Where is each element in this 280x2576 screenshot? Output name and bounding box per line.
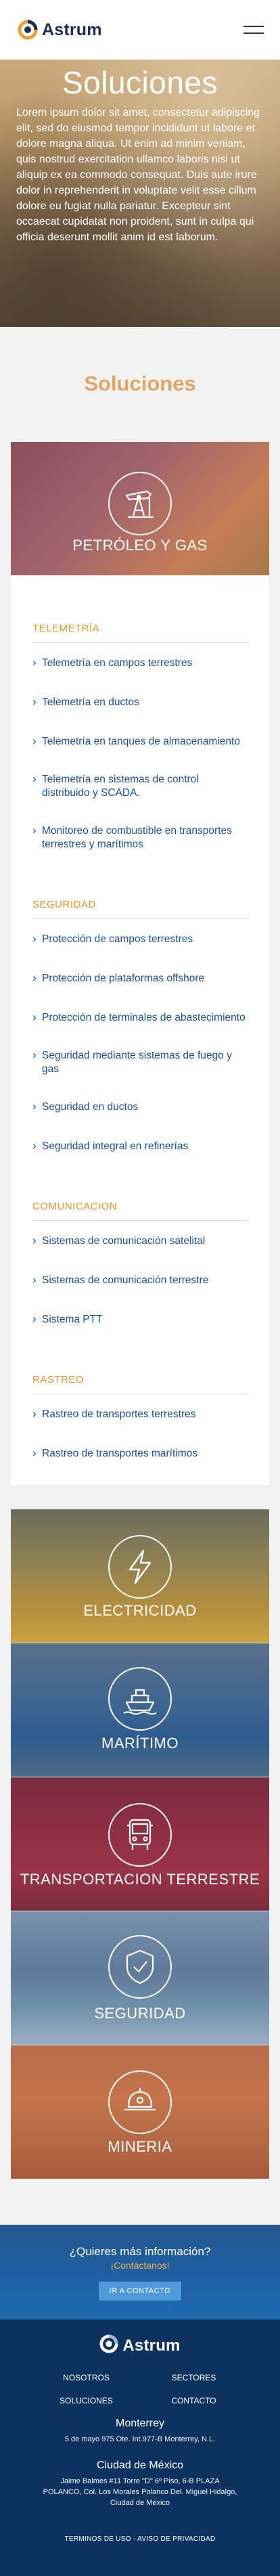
footer-nav: NOSOTROS SECTORES SOLUCIONES CONTACTO — [0, 2357, 280, 2405]
tile-label: ELECTRICIDAD — [83, 1602, 197, 1619]
category-rastreo: RASTREO Rastreo de transportes terrestre… — [11, 1327, 269, 1461]
hamburger-menu-icon[interactable] — [243, 26, 264, 34]
category-telemetria: TELEMETRÍA Telemetría en campos terrestr… — [11, 575, 269, 851]
hero-description: Lorem ipsum dolor sit amet, consectetur … — [16, 107, 260, 243]
footer-link-contacto[interactable]: CONTACTO — [140, 2396, 248, 2405]
office-address: 5 de mayo 975 Ote. Int.977-B Monterrey, … — [64, 2435, 216, 2443]
category-list: Sistemas de comunicación satelital Siste… — [32, 1221, 248, 1327]
list-item[interactable]: Rastreo de transportes marítimos — [32, 1446, 248, 1461]
list-item[interactable]: Sistema PTT — [32, 1312, 248, 1327]
tile-label: TRANSPORTACION TERRESTRE — [20, 1871, 260, 1888]
category-title: RASTREO — [32, 1327, 248, 1394]
list-item[interactable]: Telemetría en campos terrestres — [32, 656, 248, 670]
category-comunicacion: COMUNICACION Sistemas de comunicación sa… — [11, 1153, 269, 1327]
tile-mineria[interactable]: MINERIA — [11, 2045, 269, 2179]
tile-label: PETRÓLEO Y GAS — [72, 537, 208, 554]
ship-icon — [108, 1667, 172, 1731]
section-title: Soluciones — [84, 372, 196, 395]
list-item[interactable]: Telemetría en tanques de almacenamiento — [32, 734, 248, 749]
list-item[interactable]: Protección de plataformas offshore — [32, 971, 248, 985]
list-item[interactable]: Telemetría en ductos — [32, 695, 248, 709]
petroleo-card: PETRÓLEO Y GAS TELEMETRÍA Telemetría en … — [11, 442, 269, 1485]
category-list: Protección de campos terrestres Protecci… — [32, 919, 248, 1153]
list-item[interactable]: Protección de terminales de abastecimien… — [32, 1011, 248, 1025]
terms-link[interactable]: TERMINOS DE USO — [64, 2535, 131, 2543]
office-city: Ciudad de México — [96, 2460, 184, 2471]
tile-label: MINERIA — [108, 2138, 172, 2155]
contact-question: ¿Quieres más información? — [69, 2245, 211, 2258]
list-item[interactable]: Sistemas de comunicación satelital — [32, 1234, 248, 1248]
category-list: Rastreo de transportes terrestres Rastre… — [32, 1394, 248, 1461]
list-item[interactable]: Rastreo de transportes terrestres — [32, 1407, 248, 1421]
list-item[interactable]: Telemetría en sistemas de control distri… — [32, 772, 248, 800]
category-title: COMUNICACION — [32, 1153, 248, 1221]
hero-title: Soluciones — [62, 65, 218, 100]
list-item[interactable]: Monitoreo de combustible en transportes … — [32, 824, 248, 851]
office-city: Monterrey — [115, 2418, 165, 2429]
tile-electricidad[interactable]: ELECTRICIDAD — [11, 1509, 269, 1643]
tile-label: SEGURIDAD — [94, 2005, 186, 2022]
list-item[interactable]: Seguridad mediante sistemas de fuego y g… — [32, 1048, 248, 1076]
list-item[interactable]: Sistemas de comunicación terrestre — [32, 1273, 248, 1287]
category-list: Telemetría en campos terrestres Telemetr… — [32, 643, 248, 851]
footer-link-nosotros[interactable]: NOSOTROS — [32, 2373, 140, 2382]
astrum-logo-icon — [99, 2334, 118, 2357]
footer-logo[interactable]: Astrum — [99, 2334, 180, 2357]
tile-seguridad[interactable]: SEGURIDAD — [11, 1911, 269, 2045]
site-footer: Astrum NOSOTROS SECTORES SOLUCIONES CONT… — [0, 2319, 280, 2576]
tile-petroleo-y-gas[interactable]: PETRÓLEO Y GAS — [11, 442, 269, 575]
logo-text: Astrum — [42, 20, 102, 39]
truck-icon — [108, 1803, 172, 1867]
category-title: SEGURIDAD — [32, 851, 248, 919]
astrum-logo-icon — [18, 20, 38, 40]
footer-link-soluciones[interactable]: SOLUCIONES — [32, 2396, 140, 2405]
category-title: TELEMETRÍA — [32, 575, 248, 643]
tile-label: MARÍTIMO — [101, 1735, 179, 1752]
list-item[interactable]: Protección de campos terrestres — [32, 932, 248, 946]
legal-links: TERMINOS DE USO - AVISO DE PRIVACIDAD — [0, 2535, 280, 2543]
list-item[interactable]: Seguridad en ductos — [32, 1100, 248, 1114]
list-item[interactable]: Seguridad integral en refinerías — [32, 1139, 248, 1153]
tile-transportacion-terrestre[interactable]: TRANSPORTACION TERRESTRE — [11, 1777, 269, 1911]
category-seguridad: SEGURIDAD Protección de campos terrestre… — [11, 851, 269, 1153]
astrum-logo[interactable]: Astrum — [18, 20, 102, 40]
hero-banner: Soluciones Lorem ipsum dolor sit amet, c… — [0, 60, 280, 327]
sector-tiles: ELECTRICIDAD MARÍTIMO TRANSPORTACION TER — [11, 1509, 269, 2179]
lightning-bolt-icon — [108, 1535, 172, 1599]
footer-logo-text: Astrum — [122, 2336, 181, 2355]
footer-link-sectores[interactable]: SECTORES — [140, 2373, 248, 2382]
contact-subtitle: ¡Contáctanos! — [110, 2260, 170, 2271]
hard-hat-icon — [108, 2070, 172, 2134]
privacy-link[interactable]: AVISO DE PRIVACIDAD — [137, 2535, 215, 2543]
contact-button[interactable]: IR A CONTACTO — [98, 2282, 182, 2301]
tile-maritimo[interactable]: MARÍTIMO — [11, 1643, 269, 1777]
office-address: Jaime Balmes #11 Torre "D" 6º Piso, 6-B … — [43, 2477, 237, 2507]
shield-check-icon — [108, 1935, 172, 1999]
oil-pump-icon — [108, 472, 172, 535]
contact-banner: ¿Quieres más información? ¡Contáctanos! … — [0, 2225, 280, 2319]
site-header: Astrum — [0, 0, 280, 60]
